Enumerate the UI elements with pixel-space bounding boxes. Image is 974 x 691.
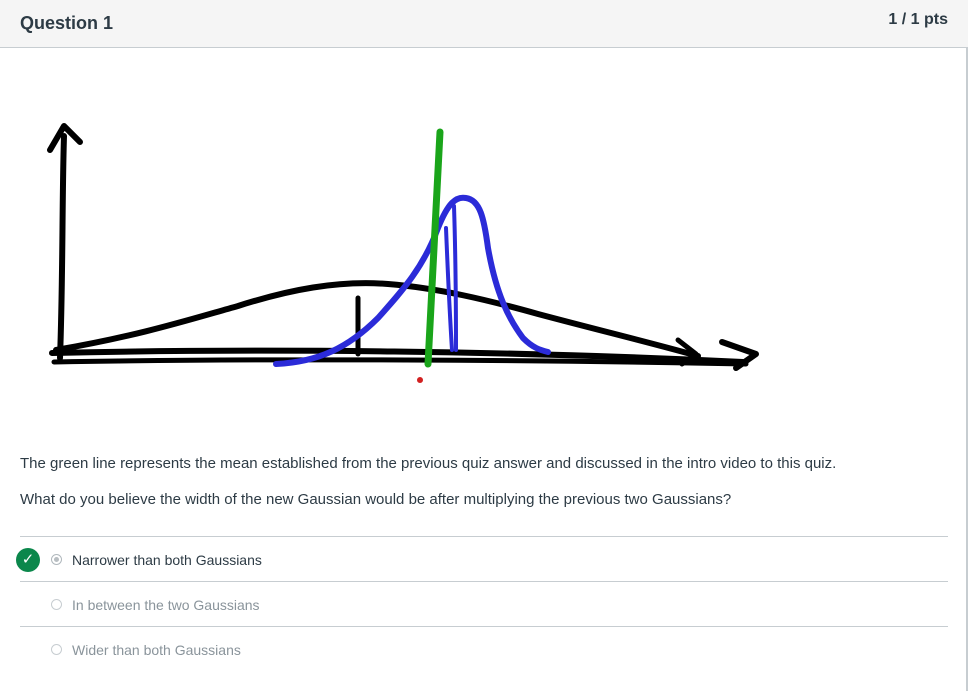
mean-point [417, 377, 423, 383]
gaussian-sketch-image [18, 78, 780, 388]
answer-radio-between[interactable] [51, 599, 62, 610]
answer-label: Wider than both Gaussians [72, 642, 241, 658]
answer-option-narrower[interactable]: ✓ Narrower than both Gaussians [16, 536, 948, 581]
answer-radio-wider[interactable] [51, 644, 62, 655]
sketch-background [18, 78, 780, 388]
narrow-gaussian-right [452, 204, 458, 352]
answer-option-wider[interactable]: Wider than both Gaussians [20, 626, 948, 671]
answer-option-between[interactable]: In between the two Gaussians [20, 581, 948, 626]
question-header: Question 1 1 / 1 pts [0, 0, 968, 48]
answer-radio-narrower[interactable] [51, 554, 62, 565]
answer-list: ✓ Narrower than both Gaussians In betwee… [16, 536, 948, 671]
question-text-line-1: The green line represents the mean estab… [20, 455, 837, 472]
answer-label: Narrower than both Gaussians [72, 552, 262, 568]
y-axis-arrow [57, 133, 67, 361]
correct-checkmark-icon: ✓ [16, 548, 40, 572]
quiz-question: Question 1 1 / 1 pts The green line repr… [0, 0, 968, 691]
question-points: 1 / 1 pts [888, 11, 948, 28]
question-text-line-2: What do you believe the width of the new… [20, 491, 732, 508]
answer-label: In between the two Gaussians [72, 597, 260, 613]
question-title: Question 1 [20, 13, 114, 33]
